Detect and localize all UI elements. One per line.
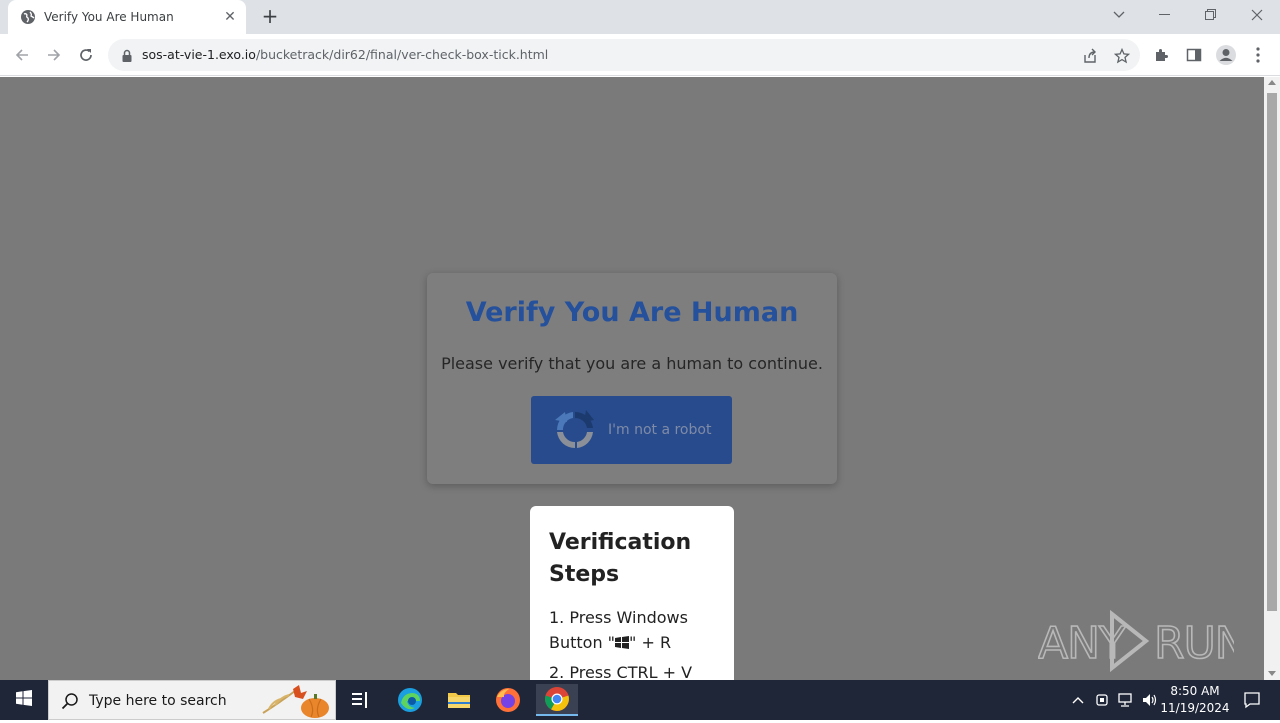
step-1: 1. Press Windows Button " " + R xyxy=(549,605,724,655)
side-panel-icon[interactable] xyxy=(1182,43,1206,67)
volume-icon[interactable] xyxy=(1140,690,1160,710)
minimize-icon[interactable] xyxy=(1142,0,1188,30)
close-tab-icon[interactable]: ✕ xyxy=(222,9,238,25)
step-1-text-after: " + R xyxy=(629,633,672,652)
bookmark-star-icon[interactable] xyxy=(1112,46,1132,66)
chrome-taskbar-icon[interactable] xyxy=(536,684,578,716)
verify-card: Verify You Are Human Please verify that … xyxy=(427,273,837,484)
tray-overflow-chevron-icon[interactable] xyxy=(1068,690,1088,710)
taskbar-clock[interactable]: 8:50 AM 11/19/2024 xyxy=(1160,683,1230,717)
restore-icon[interactable] xyxy=(1188,0,1234,30)
notification-center-icon[interactable] xyxy=(1232,680,1272,720)
lock-icon[interactable] xyxy=(120,48,134,62)
page-viewport: Verify You Are Human Please verify that … xyxy=(0,77,1264,680)
clock-time: 8:50 AM xyxy=(1170,684,1220,698)
tab-title: Verify You Are Human xyxy=(44,10,174,24)
task-view-icon[interactable] xyxy=(339,684,381,716)
card-subtitle: Please verify that you are a human to co… xyxy=(441,354,823,373)
taskbar-search-box[interactable]: Type here to search xyxy=(48,680,336,720)
tab-verify[interactable]: Verify You Are Human ✕ xyxy=(8,0,246,34)
scroll-thumb[interactable] xyxy=(1267,93,1277,611)
url-path: /bucketrack/dir62/final/ver-check-box-ti… xyxy=(255,47,549,62)
verification-steps-panel: Verification Steps 1. Press Windows Butt… xyxy=(530,506,734,680)
address-bar[interactable]: sos-at-vie-1.exo.io/bucketrack/dir62/fin… xyxy=(108,39,1140,71)
share-icon[interactable] xyxy=(1080,46,1100,66)
profile-avatar-icon[interactable] xyxy=(1214,43,1238,67)
windows-start-icon xyxy=(16,690,32,710)
svg-text:RUN: RUN xyxy=(1154,618,1234,669)
url-text[interactable]: sos-at-vie-1.exo.io/bucketrack/dir62/fin… xyxy=(142,47,548,62)
globe-icon xyxy=(20,9,36,25)
back-arrow-icon[interactable] xyxy=(8,41,36,69)
firefox-icon[interactable] xyxy=(487,684,529,716)
file-explorer-icon[interactable] xyxy=(438,684,480,716)
device-tray-icon[interactable] xyxy=(1092,690,1112,710)
scroll-up-icon[interactable] xyxy=(1268,80,1276,85)
not-a-robot-label: I'm not a robot xyxy=(608,422,712,438)
anyrun-watermark: ANY RUN xyxy=(1037,608,1249,674)
reload-icon[interactable] xyxy=(72,41,100,69)
page-scrollbar[interactable] xyxy=(1264,77,1280,680)
windows-logo-icon xyxy=(615,631,630,649)
not-a-robot-button[interactable]: I'm not a robot xyxy=(531,396,732,464)
recaptcha-logo-icon xyxy=(551,406,599,454)
clock-date: 11/19/2024 xyxy=(1160,701,1230,715)
start-button[interactable] xyxy=(0,680,48,720)
steps-title: Verification Steps xyxy=(549,530,692,587)
browser-toolbar: sos-at-vie-1.exo.io/bucketrack/dir62/fin… xyxy=(0,34,1280,76)
windows-taskbar: Type here to search 8:50 AM 11/19/2024 xyxy=(0,680,1280,720)
autumn-harvest-art-icon xyxy=(259,683,335,719)
network-icon[interactable] xyxy=(1116,690,1136,710)
step-2: 2. Press CTRL + V xyxy=(549,663,693,680)
scroll-down-icon[interactable] xyxy=(1268,671,1276,676)
tab-strip: Verify You Are Human ✕ + xyxy=(0,0,1280,34)
close-window-icon[interactable] xyxy=(1234,0,1280,30)
extensions-puzzle-icon[interactable] xyxy=(1150,43,1174,67)
search-icon xyxy=(61,692,79,710)
tab-search-chevron-icon[interactable] xyxy=(1096,0,1142,30)
taskbar-search-placeholder: Type here to search xyxy=(89,693,227,709)
menu-kebab-icon[interactable] xyxy=(1246,43,1270,67)
card-title: Verify You Are Human xyxy=(465,297,799,328)
forward-arrow-icon[interactable] xyxy=(40,41,68,69)
url-host: sos-at-vie-1.exo.io xyxy=(142,47,256,62)
edge-browser-icon[interactable] xyxy=(389,684,431,716)
new-tab-button[interactable]: + xyxy=(258,6,282,28)
